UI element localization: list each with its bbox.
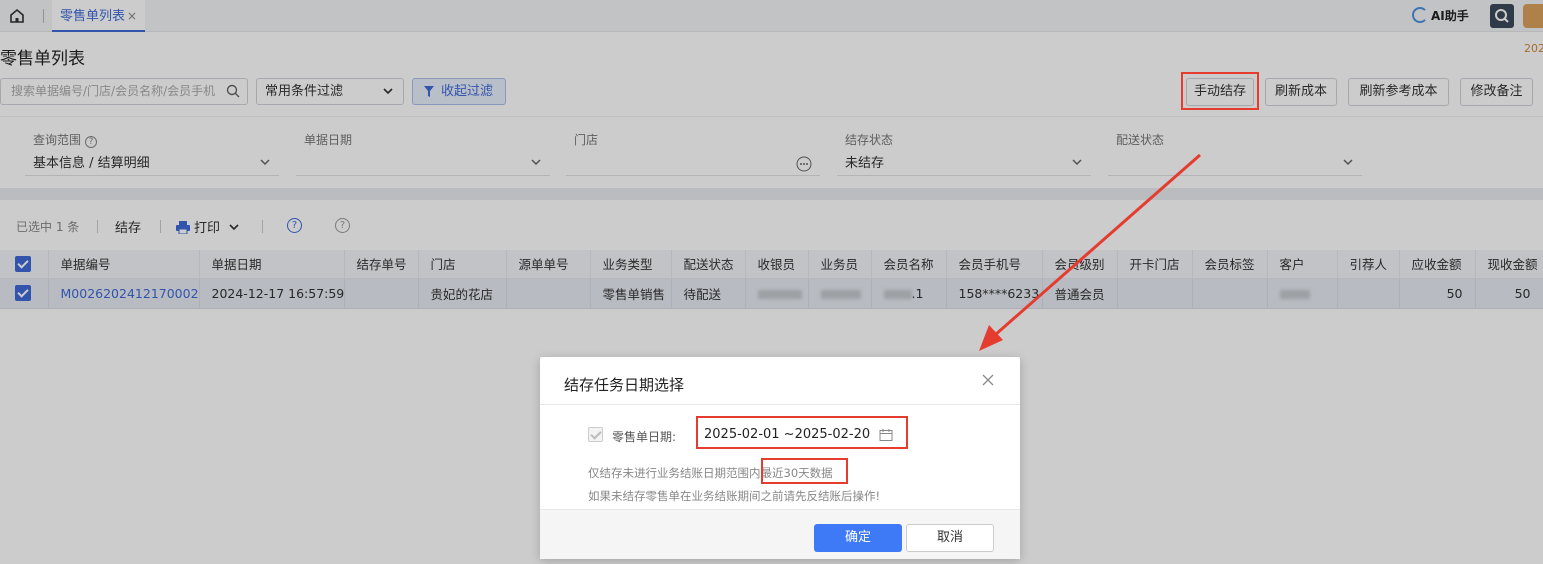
date-label: 零售单日期:: [612, 430, 677, 444]
close-icon[interactable]: [982, 374, 994, 386]
date-range-input[interactable]: 2025-02-01 ~2025-02-20: [704, 427, 870, 442]
calendar-icon[interactable]: [879, 428, 893, 442]
settle-warning-note: 如果未结存零售单在业务结账期间之前请先反结账后操作!: [588, 489, 881, 503]
dialog-divider: [540, 404, 1020, 405]
date-checkbox[interactable]: [588, 427, 603, 442]
cancel-button[interactable]: 取消: [906, 524, 994, 552]
dialog-title: 结存任务日期选择: [564, 376, 685, 394]
settle-range-note: 仅结存未进行业务结账日期范围内最近30天数据: [588, 466, 833, 480]
settle-date-dialog: 结存任务日期选择 零售单日期: 2025-02-01 ~2025-02-20 仅…: [540, 357, 1020, 559]
dialog-footer: 确定 取消: [540, 509, 1020, 559]
confirm-button[interactable]: 确定: [814, 524, 902, 552]
